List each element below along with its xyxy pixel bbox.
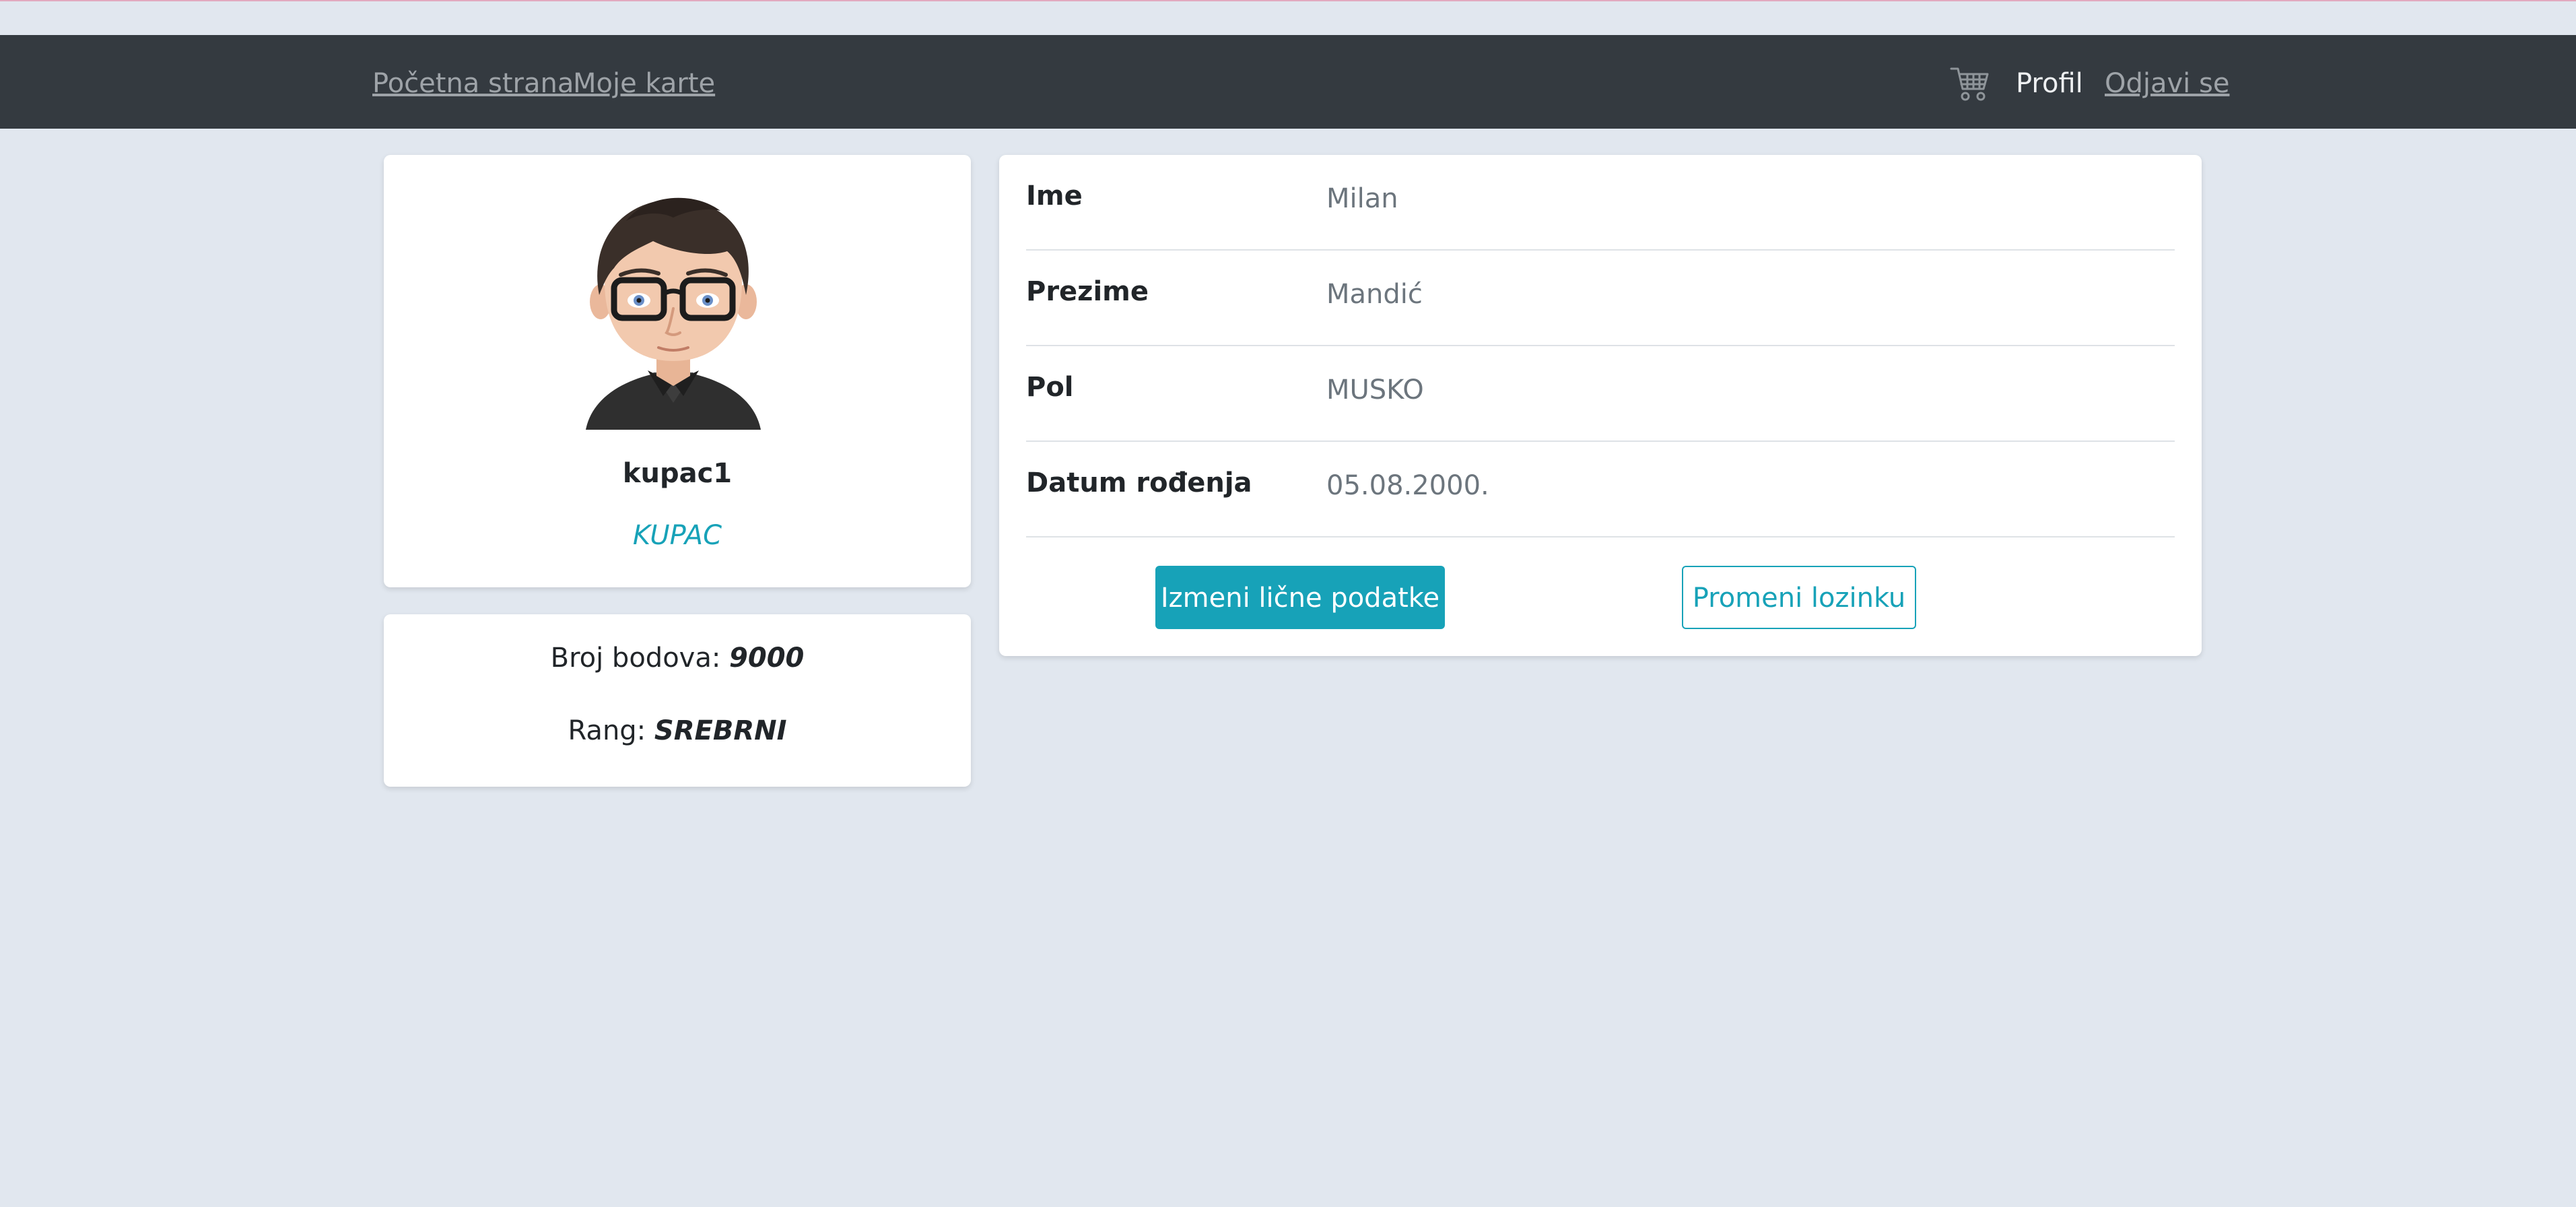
detail-label: Pol (1026, 372, 1074, 403)
detail-value: Milan (1326, 183, 1398, 214)
detail-row-gender: Pol MUSKO (1026, 346, 2175, 442)
rank-line: Rang: SREBRNI (384, 715, 971, 746)
change-password-button[interactable]: Promeni lozinku (1682, 566, 1916, 629)
navbar: Početna strana Moje karte Profil Odjavi … (0, 35, 2576, 129)
user-role: KUPAC (632, 520, 722, 551)
stats-card: Broj bodova: 9000 Rang: SREBRNI (384, 614, 971, 787)
detail-value: 05.08.2000. (1326, 470, 1489, 501)
nav-link-logout[interactable]: Odjavi se (2105, 67, 2229, 100)
detail-value: MUSKO (1326, 374, 1424, 405)
user-avatar (586, 197, 761, 430)
detail-label: Prezime (1026, 276, 1149, 307)
rank-label: Rang: (568, 715, 646, 746)
nav-link-home[interactable]: Početna strana (372, 67, 574, 100)
nav-profile[interactable]: Profil (2016, 67, 2083, 100)
detail-row-birth-date: Datum rođenja 05.08.2000. (1026, 442, 2175, 537)
detail-label: Datum rođenja (1026, 467, 1252, 498)
detail-row-last-name: Prezime Mandić (1026, 251, 2175, 346)
details-card: Ime Milan Prezime Mandić Pol MUSKO Datum… (999, 155, 2202, 656)
points-value: 9000 (729, 643, 805, 674)
profile-card: kupac1 KUPAC (384, 155, 971, 587)
points-line: Broj bodova: 9000 (384, 643, 971, 674)
detail-label: Ime (1026, 181, 1083, 211)
top-strip (0, 0, 2576, 35)
detail-value: Mandić (1326, 279, 1423, 310)
username: kupac1 (622, 458, 733, 489)
edit-personal-data-button[interactable]: Izmeni lične podatke (1155, 566, 1445, 629)
points-label: Broj bodova: (550, 643, 721, 674)
detail-row-first-name: Ime Milan (1026, 155, 2175, 251)
rank-value: SREBRNI (654, 715, 787, 746)
shopping-cart-icon[interactable] (1950, 65, 1990, 102)
nav-link-my-tickets[interactable]: Moje karte (573, 67, 715, 100)
